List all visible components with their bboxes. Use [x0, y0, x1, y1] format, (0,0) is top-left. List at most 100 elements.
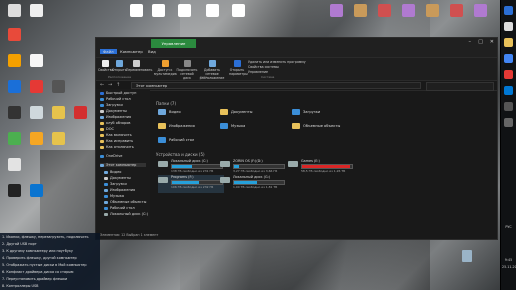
desktop-icon[interactable]	[8, 80, 21, 93]
close-icon[interactable]: ✕	[490, 39, 494, 45]
tab-file[interactable]: Файл	[100, 49, 117, 54]
desktop-icon[interactable]	[30, 80, 43, 93]
picture-icon	[100, 115, 104, 119]
folder-item[interactable]: Рабочий стол	[158, 137, 194, 143]
nav-item[interactable]: Изображения	[104, 188, 135, 192]
clock-time[interactable]: 9:45	[502, 258, 515, 262]
desktop-icon[interactable]	[30, 106, 43, 119]
drive-item-selected[interactable]: Programs (F:) 106 ГБ свободно из 232 ГБ	[158, 175, 224, 193]
nav-item[interactable]: Как отключить	[100, 145, 134, 149]
clock-date[interactable]: 25.11.2021	[502, 265, 516, 269]
drive-icon	[288, 161, 298, 167]
desktop-icon[interactable]	[8, 158, 21, 171]
nav-item[interactable]: Рабочий стол	[100, 97, 131, 101]
nav-item[interactable]: Загрузки	[100, 103, 123, 107]
desktop-icon[interactable]	[474, 4, 487, 17]
desktop-icon[interactable]	[232, 4, 245, 17]
desktop-icon[interactable]	[8, 132, 21, 145]
properties-button[interactable]: Свойства	[98, 60, 114, 72]
uninstall-program-button[interactable]: Удалить или изменить программу	[248, 60, 306, 64]
manage-button[interactable]: Управление	[248, 70, 268, 74]
search-icon[interactable]	[504, 22, 513, 31]
desktop-icon[interactable]	[52, 80, 65, 93]
desktop-icon[interactable]	[8, 184, 21, 197]
desktop-icon[interactable]	[330, 4, 343, 17]
up-icon[interactable]: ↑	[116, 82, 120, 88]
nav-item[interactable]: Музыка	[104, 194, 124, 198]
system-properties-button[interactable]: Свойства системы	[248, 65, 279, 69]
nav-item[interactable]: Загрузки	[104, 182, 127, 186]
music-icon	[220, 123, 228, 129]
desktop-icon[interactable]	[52, 132, 65, 145]
app-icon[interactable]	[504, 102, 513, 111]
language-indicator[interactable]: РУС	[502, 225, 515, 229]
recycle-bin-icon[interactable]	[462, 250, 472, 262]
nav-item-selected[interactable]: Этот компьютер	[100, 163, 146, 167]
nav-item[interactable]: Рабочий стол	[104, 206, 135, 210]
nav-item[interactable]: Видео	[104, 170, 121, 174]
edge-icon[interactable]	[504, 86, 513, 95]
nav-item[interactable]: Как включить	[100, 133, 132, 137]
tab-view[interactable]: Вид	[148, 49, 156, 54]
nav-item[interactable]: Локальный диск (C:)	[104, 212, 148, 216]
nav-item[interactable]: Документы	[100, 109, 127, 113]
desktop-icon[interactable]	[130, 4, 143, 17]
nav-item[interactable]: Изображения	[100, 115, 131, 119]
desktop-icon[interactable]	[378, 4, 391, 17]
desktop-icon[interactable]	[450, 4, 463, 17]
back-icon[interactable]: ←	[100, 82, 104, 88]
tab-computer[interactable]: Компьютер	[120, 49, 143, 54]
desktop-icon[interactable]	[74, 106, 87, 119]
desktop-icon[interactable]	[354, 4, 367, 17]
drive-item[interactable]: Локальный диск (G:) 1,00 ТБ свободно из …	[220, 175, 286, 193]
folder-item[interactable]: Видео	[158, 109, 181, 115]
chrome-icon[interactable]	[504, 54, 513, 63]
nav-item[interactable]: Документы	[104, 176, 131, 180]
desktop-icon[interactable]	[426, 4, 439, 17]
desktop-icon[interactable]	[152, 4, 165, 17]
map-network-drive-button[interactable]: Подключить сетевой диск	[176, 60, 198, 80]
nav-item[interactable]: OneDrive	[100, 154, 122, 158]
forward-icon[interactable]: →	[108, 82, 112, 88]
desktop-icon[interactable]	[30, 184, 43, 197]
open-button[interactable]: Открыть	[112, 60, 127, 72]
desktop-icon[interactable]	[8, 54, 21, 67]
desktop-icon[interactable]	[52, 106, 65, 119]
drive-usage-bar	[172, 165, 192, 168]
start-icon[interactable]	[504, 6, 513, 15]
nav-item[interactable]: клуб обзоров	[100, 121, 130, 125]
network-drive-icon	[183, 60, 191, 67]
nav-item[interactable]: Объемные объекты	[104, 200, 146, 204]
devices-section-title[interactable]: Устройства и диски (5)	[156, 152, 205, 157]
desktop-icon[interactable]	[206, 4, 219, 17]
folder-item[interactable]: Документы	[220, 109, 253, 115]
app-icon[interactable]	[504, 70, 513, 79]
desktop-icon[interactable]	[402, 4, 415, 17]
desktop-icon[interactable]	[30, 54, 43, 67]
nav-item[interactable]: DOC	[100, 127, 114, 131]
app-icon[interactable]	[504, 118, 513, 127]
desktop-icon[interactable]	[8, 106, 21, 119]
rename-button[interactable]: Переименовать	[126, 60, 152, 72]
folder-item[interactable]: Объемные объекты	[292, 123, 340, 129]
folder-item[interactable]: Музыка	[220, 123, 245, 129]
desktop-icon[interactable]	[8, 4, 21, 17]
explorer-icon[interactable]	[504, 38, 513, 47]
open-settings-button[interactable]: Открыть параметры	[229, 60, 248, 76]
overlay-line: 2. Другой USB порт	[2, 242, 37, 246]
minimize-icon[interactable]: –	[469, 39, 472, 45]
desktop-icon[interactable]	[30, 4, 43, 17]
media-access-button[interactable]: Доступ к мультимедиа	[154, 60, 177, 76]
address-input[interactable]: Этот компьютер	[131, 82, 421, 89]
desktop-icon[interactable]	[30, 132, 43, 145]
folder-item[interactable]: Изображения	[158, 123, 195, 129]
tab-manage[interactable]: Управление	[151, 39, 196, 48]
nav-item[interactable]: Как исправить	[100, 139, 133, 143]
desktop-icon[interactable]	[178, 4, 191, 17]
folder-item[interactable]: Загрузки	[292, 109, 320, 115]
drive-item[interactable]: Games (E:) 58,5 ГБ свободно из 1,26 ТБ	[288, 159, 354, 177]
maximize-icon[interactable]: □	[478, 39, 483, 45]
nav-item[interactable]: Быстрый доступ	[100, 91, 136, 95]
folders-section-title[interactable]: Папки (7)	[156, 101, 176, 106]
desktop-icon[interactable]	[8, 28, 21, 41]
